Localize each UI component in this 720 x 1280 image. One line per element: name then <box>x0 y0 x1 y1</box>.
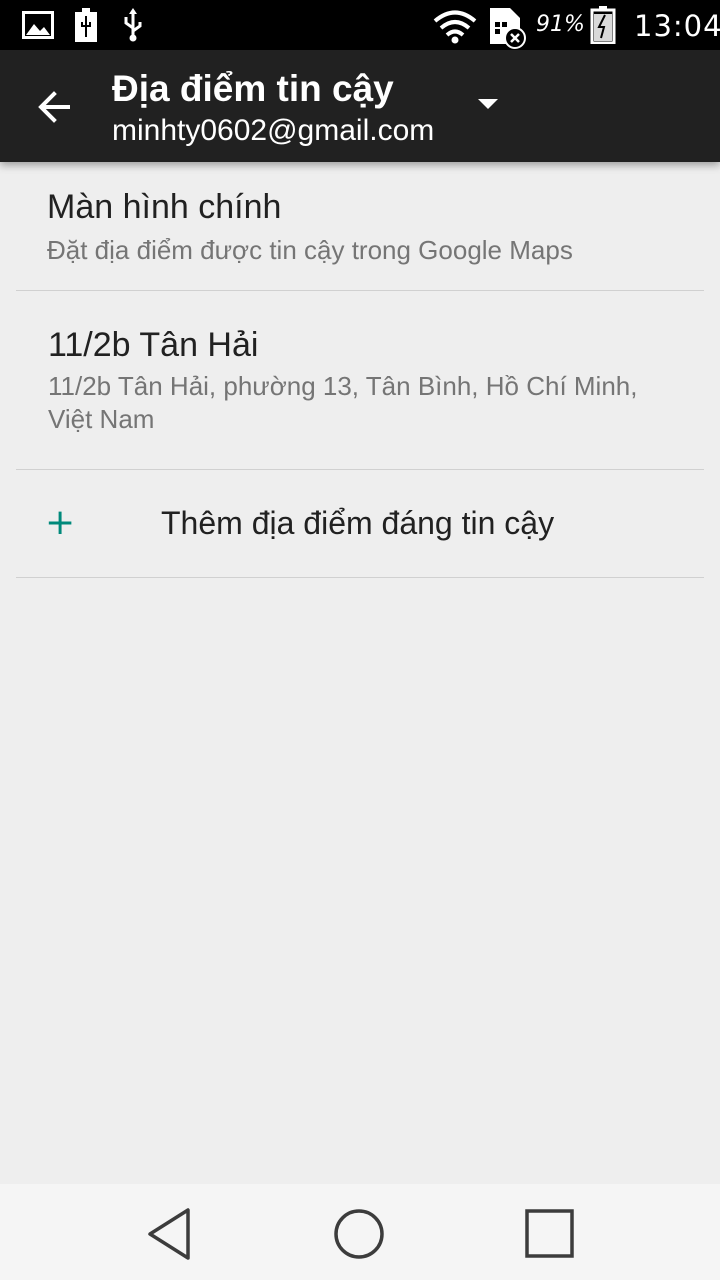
back-button[interactable] <box>30 82 82 132</box>
nav-home-button[interactable] <box>331 1206 387 1262</box>
account-dropdown-button[interactable] <box>470 90 510 120</box>
status-bar: 91% 13:04 <box>0 0 720 50</box>
home-nav-icon <box>334 1209 384 1259</box>
dropdown-arrow-icon <box>478 99 498 109</box>
status-clock: 13:04 <box>634 9 720 43</box>
battery-icon <box>590 6 616 44</box>
back-nav-icon <box>148 1208 190 1260</box>
battery-percent: 91% <box>536 12 585 37</box>
page-title: Địa điểm tin cậy <box>112 68 394 109</box>
divider <box>16 577 704 578</box>
usb-icon <box>124 8 142 42</box>
plus-icon: + <box>45 502 76 543</box>
list-item-home[interactable]: Màn hình chính Đặt địa điểm được tin cậy… <box>0 162 720 291</box>
list-item-title: 11/2b Tân Hải <box>48 326 259 364</box>
image-icon <box>22 11 54 39</box>
nav-recents-button[interactable] <box>522 1206 578 1262</box>
list-item-title: Màn hình chính <box>47 188 282 226</box>
battery-charging-icon <box>75 8 97 42</box>
app-toolbar: Địa điểm tin cậy minhty0602@gmail.com <box>0 50 720 162</box>
navigation-bar <box>0 1184 720 1280</box>
wifi-icon <box>433 10 477 44</box>
sim-error-icon <box>490 8 526 49</box>
add-trusted-place-label: Thêm địa điểm đáng tin cậy <box>161 505 555 541</box>
list-item-subtitle: Đặt địa điểm được tin cậy trong Google M… <box>47 235 573 265</box>
arrow-back-icon <box>38 91 70 123</box>
list-item-subtitle: 11/2b Tân Hải, phường 13, Tân Bình, Hồ C… <box>48 371 638 434</box>
nav-back-button[interactable] <box>142 1206 198 1262</box>
account-email[interactable]: minhty0602@gmail.com <box>112 114 434 148</box>
recents-nav-icon <box>525 1209 574 1258</box>
